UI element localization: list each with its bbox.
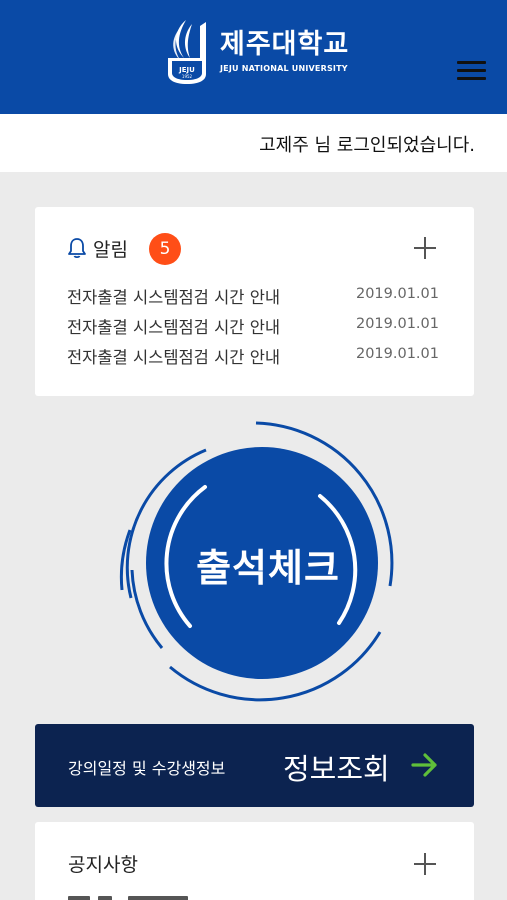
alert-item[interactable]: 전자출결 시스템점검 시간 안내 2019.01.01 [67,344,439,372]
notices-more-plus-icon[interactable] [414,853,436,875]
info-subtitle: 강의일정 및 수강생정보 [68,759,226,778]
hamburger-menu-icon[interactable] [455,58,489,84]
alerts-count-badge: 5 [149,233,181,265]
alerts-title: 알림 [93,239,128,261]
info-lookup-button[interactable]: 강의일정 및 수강생정보 정보조회 [35,724,474,807]
emblem-year: 1952 [182,74,193,79]
bell-icon [68,238,86,259]
alerts-more-plus-icon[interactable] [414,237,436,259]
emblem-text: JEJU [178,66,195,74]
info-label: 정보조회 [283,752,390,786]
logo-korean-text: 제주대학교 [220,29,350,60]
alert-item-title: 전자출결 시스템점검 시간 안내 [67,318,281,337]
notices-title: 공지사항 [68,854,138,876]
attendance-check-label: 출석체크 [196,546,340,590]
alerts-card: 알림 5 전자출결 시스템점검 시간 안내 2019.01.01 전자출결 시스… [35,207,474,396]
alert-item[interactable]: 전자출결 시스템점검 시간 안내 2019.01.01 [67,284,439,312]
arrow-right-icon [411,753,437,777]
login-status-bar: 고제주 님 로그인되었습니다. [0,114,507,172]
logo-english-text: JEJU NATIONAL UNIVERSITY [220,64,348,73]
alert-item-date: 2019.01.01 [355,316,439,332]
alert-item[interactable]: 전자출결 시스템점검 시간 안내 2019.01.01 [67,314,439,342]
attendance-check-button[interactable]: 출석체크 [110,420,410,702]
university-emblem-icon: JEJU 1952 [168,20,206,84]
alert-item-title: 전자출결 시스템점검 시간 안내 [67,348,281,367]
university-logo[interactable]: JEJU 1952 제주대학교 JEJU NATIONAL UNIVERSITY [162,18,352,88]
app-header: JEJU 1952 제주대학교 JEJU NATIONAL UNIVERSITY [0,0,507,114]
notice-item-partial[interactable] [68,894,188,900]
alert-item-title: 전자출결 시스템점검 시간 안내 [67,288,281,307]
alert-item-date: 2019.01.01 [355,286,439,302]
notices-card: 공지사항 [35,822,474,900]
login-message: 고제주 님 로그인되었습니다. [259,135,475,156]
alert-item-date: 2019.01.01 [355,346,439,362]
